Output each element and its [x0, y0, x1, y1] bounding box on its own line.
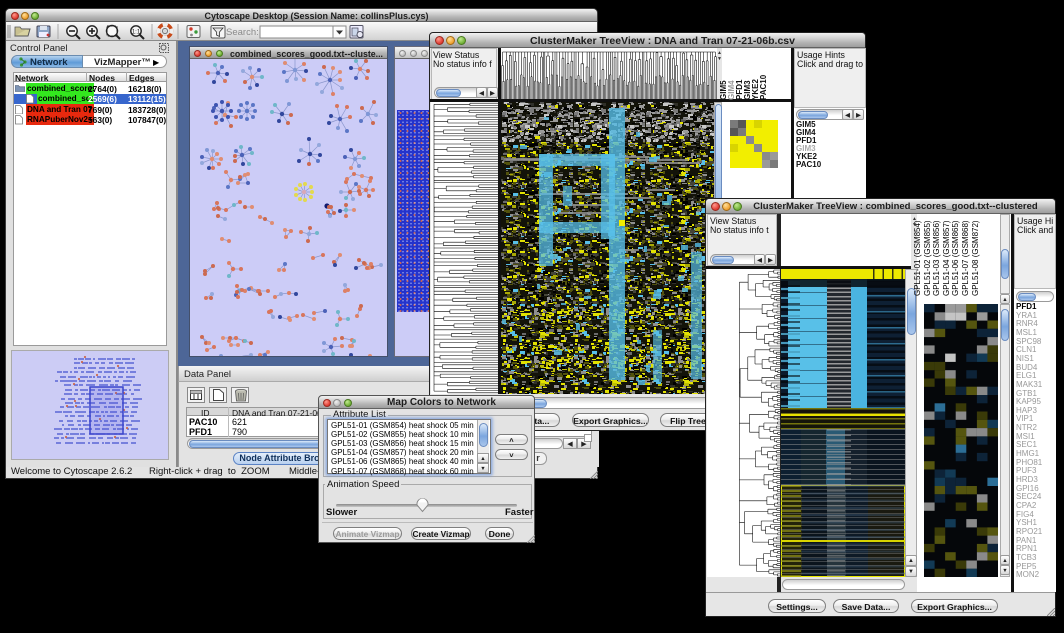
svg-text:1:1: 1:1 — [132, 30, 141, 36]
svg-text:Search:: Search: — [226, 27, 259, 38]
